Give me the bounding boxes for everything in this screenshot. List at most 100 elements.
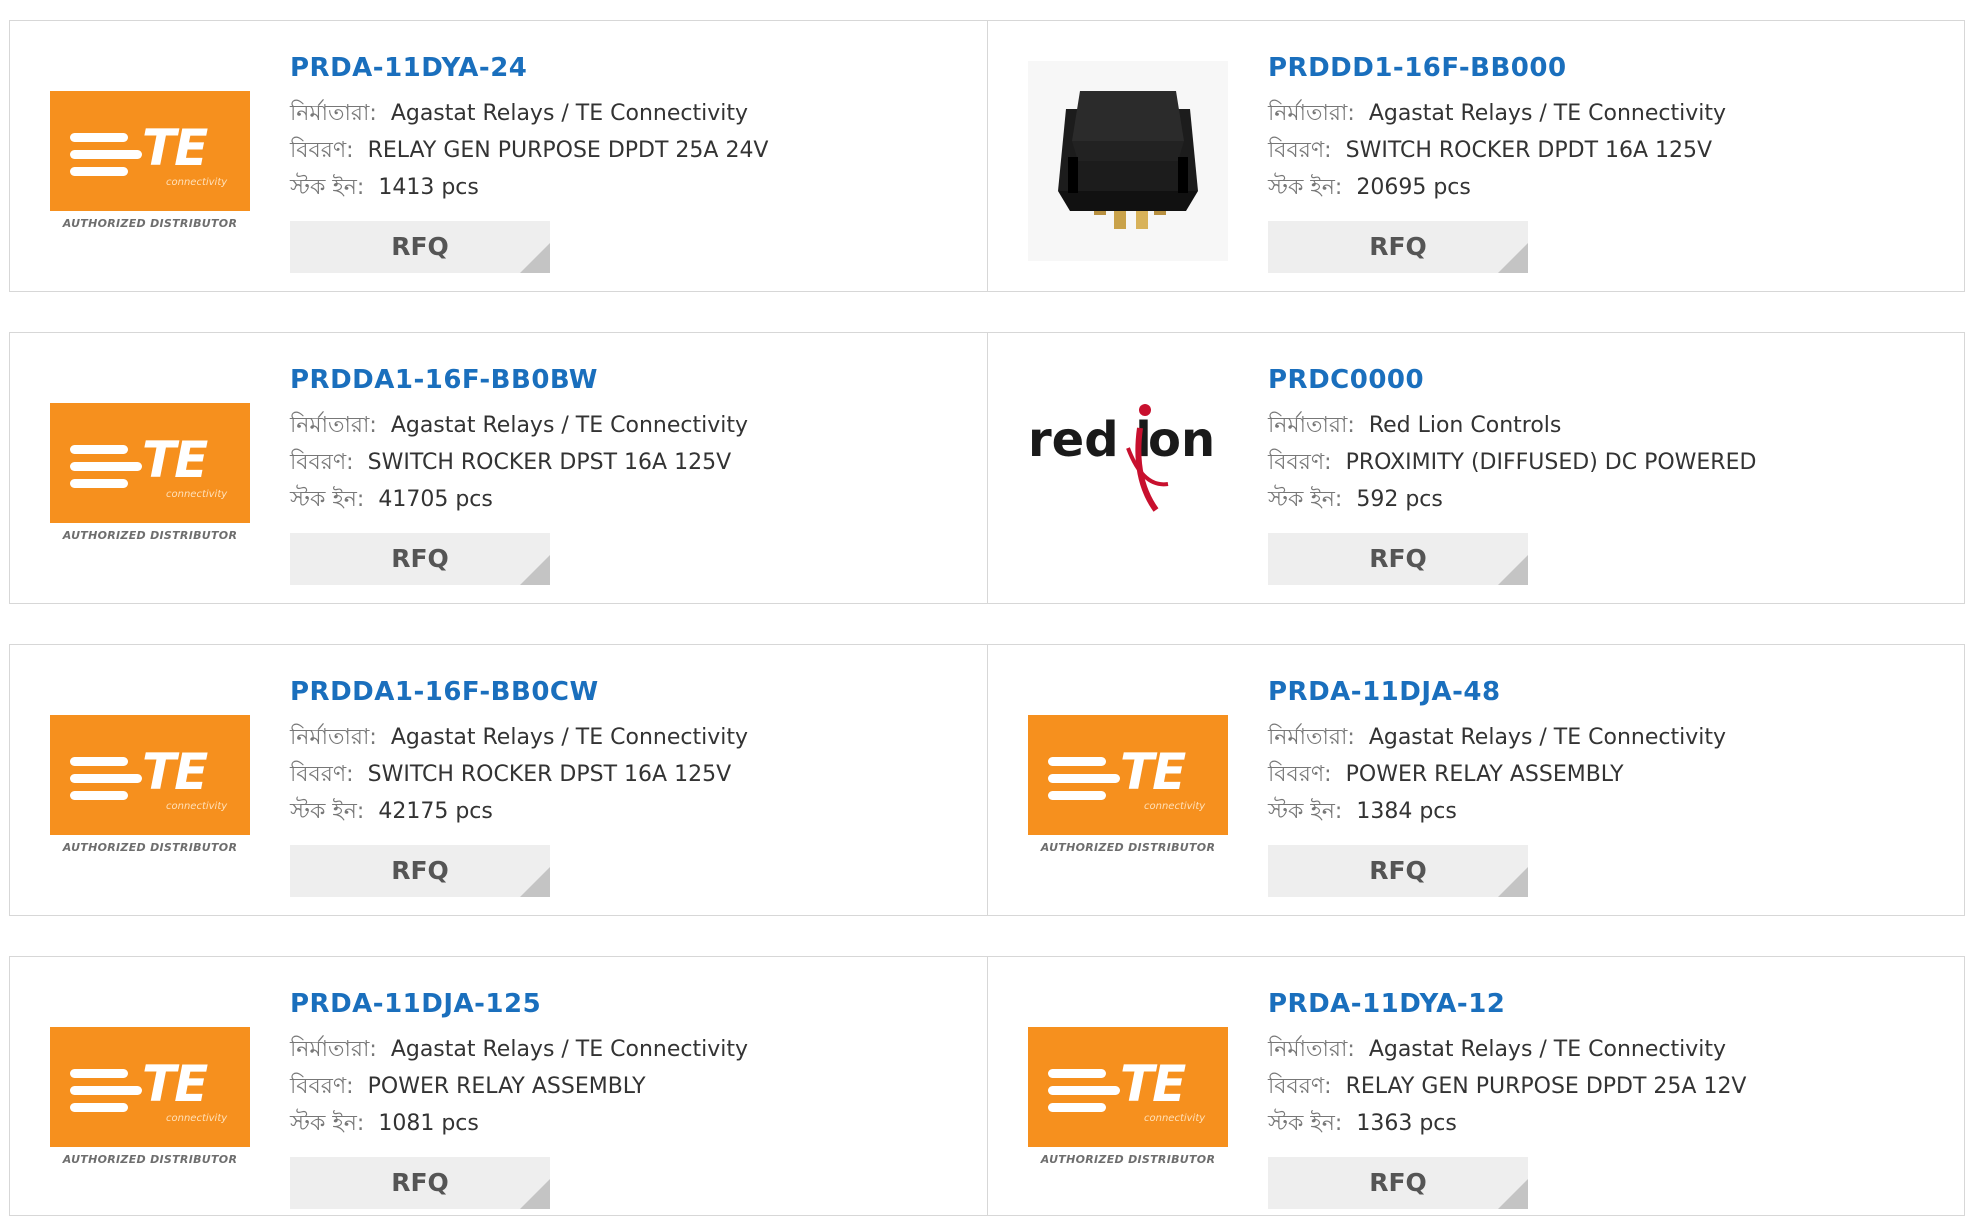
te-logo-subtext: connectivity [166,1113,228,1124]
te-connectivity-logo[interactable]: TE connectivity AUTHORIZED DISTRIBUTOR [50,715,250,863]
te-connectivity-logo[interactable]: TE connectivity AUTHORIZED DISTRIBUTOR [1028,715,1228,863]
te-logo-block: TE connectivity [1028,1027,1228,1147]
stock-value: 41705 pcs [378,487,493,512]
te-connectivity-logo[interactable]: TE connectivity AUTHORIZED DISTRIBUTOR [50,91,250,239]
rfq-button[interactable]: RFQ [290,845,550,897]
stock-value: 1081 pcs [378,1111,479,1136]
manufacturer-label: নির্মাতারা: [290,101,377,126]
description-line: বিবরণ: POWER RELAY ASSEMBLY [1268,756,1944,793]
description-value: POWER RELAY ASSEMBLY [367,1074,646,1099]
product-part-link[interactable]: PRDA-11DYA-24 [290,51,967,85]
stock-label: স্টক ইন: [290,799,365,824]
description-line: বিবরণ: SWITCH ROCKER DPST 16A 125V [290,444,967,481]
manufacturer-label: নির্মাতারা: [290,1037,377,1062]
rfq-button[interactable]: RFQ [1268,1157,1528,1209]
description-line: বিবরণ: RELAY GEN PURPOSE DPDT 25A 24V [290,132,967,169]
stock-value: 592 pcs [1356,487,1443,512]
product-part-link[interactable]: PRDA-11DYA-12 [1268,987,1944,1021]
description-line: বিবরণ: SWITCH ROCKER DPDT 16A 125V [1268,132,1944,169]
manufacturer-label: নির্মাতারা: [1268,725,1355,750]
rocker-switch-icon [1028,61,1228,261]
te-logo-text: TE [142,1055,208,1113]
manufacturer-line: নির্মাতারা: Red Lion Controls [1268,407,1944,444]
stock-line: স্টক ইন: 1384 pcs [1268,793,1944,830]
stock-label: স্টক ইন: [290,1111,365,1136]
corner-triangle-icon [1498,867,1528,897]
description-value: RELAY GEN PURPOSE DPDT 25A 24V [367,138,769,163]
manufacturer-value: Agastat Relays / TE Connectivity [1368,1037,1726,1062]
description-label: বিবরণ: [290,762,354,787]
manufacturer-value: Agastat Relays / TE Connectivity [390,101,748,126]
te-logo-text: TE [142,431,208,489]
description-label: বিবরণ: [290,138,354,163]
te-connectivity-logo[interactable]: TE connectivity AUTHORIZED DISTRIBUTOR [50,1027,250,1175]
rfq-label: RFQ [391,856,449,885]
rfq-button[interactable]: RFQ [290,221,550,273]
te-logo-block: TE connectivity [50,91,250,211]
product-part-link[interactable]: PRDDD1-16F-BB000 [1268,51,1944,85]
manufacturer-label: নির্মাতারা: [1268,101,1355,126]
te-connectivity-logo[interactable]: TE connectivity AUTHORIZED DISTRIBUTOR [50,403,250,551]
authorized-distributor-text: AUTHORIZED DISTRIBUTOR [1040,841,1216,854]
product-part-link[interactable]: PRDDA1-16F-BB0CW [290,675,967,709]
product-card: TE connectivity AUTHORIZED DISTRIBUTOR P… [10,645,987,915]
product-info: PRDA-11DYA-12 নির্মাতারা: Agastat Relays … [1268,987,1944,1209]
description-label: বিবরণ: [1268,1074,1332,1099]
manufacturer-line: নির্মাতারা: Agastat Relays / TE Connectiv… [1268,1031,1944,1068]
description-label: বিবরণ: [1268,450,1332,475]
te-logo-text: TE [142,743,208,801]
stock-label: স্টক ইন: [1268,1111,1343,1136]
manufacturer-label: নির্মাতারা: [1268,413,1355,438]
rfq-button[interactable]: RFQ [1268,533,1528,585]
te-bars-icon [70,445,142,496]
product-row: TE connectivity AUTHORIZED DISTRIBUTOR P… [9,332,1965,604]
red-lion-icon: red l on [1028,404,1215,512]
red-lion-logo[interactable]: red l on [1028,388,1228,518]
rfq-label: RFQ [391,232,449,261]
product-row: TE connectivity AUTHORIZED DISTRIBUTOR P… [9,644,1965,916]
rfq-button[interactable]: RFQ [290,1157,550,1209]
rocker-switch-image[interactable] [1028,61,1228,261]
product-row: TE connectivity AUTHORIZED DISTRIBUTOR P… [9,956,1965,1216]
te-logo-subtext: connectivity [166,177,228,188]
rfq-label: RFQ [1369,232,1427,261]
manufacturer-value: Red Lion Controls [1368,413,1562,438]
te-logo-block: TE connectivity [50,1027,250,1147]
stock-line: স্টক ইন: 20695 pcs [1268,169,1944,206]
product-part-link[interactable]: PRDA-11DJA-125 [290,987,967,1021]
stock-label: স্টক ইন: [1268,175,1343,200]
rfq-button[interactable]: RFQ [1268,221,1528,273]
product-card: TE connectivity AUTHORIZED DISTRIBUTOR P… [10,957,987,1215]
rfq-button[interactable]: RFQ [1268,845,1528,897]
stock-value: 1363 pcs [1356,1111,1457,1136]
description-value: SWITCH ROCKER DPST 16A 125V [367,450,732,475]
stock-line: স্টক ইন: 41705 pcs [290,481,967,518]
description-line: বিবরণ: PROXIMITY (DIFFUSED) DC POWERED [1268,444,1944,481]
manufacturer-value: Agastat Relays / TE Connectivity [390,1037,748,1062]
stock-label: স্টক ইন: [290,487,365,512]
corner-triangle-icon [1498,243,1528,273]
product-info: PRDA-11DJA-48 নির্মাতারা: Agastat Relays … [1268,675,1944,897]
te-logo-block: TE connectivity [1028,715,1228,835]
te-bars-icon [1048,757,1120,808]
corner-triangle-icon [520,555,550,585]
manufacturer-value: Agastat Relays / TE Connectivity [390,413,748,438]
product-part-link[interactable]: PRDDA1-16F-BB0BW [290,363,967,397]
stock-line: স্টক ইন: 42175 pcs [290,793,967,830]
stock-label: স্টক ইন: [1268,487,1343,512]
description-label: বিবরণ: [290,450,354,475]
product-part-link[interactable]: PRDC0000 [1268,363,1944,397]
authorized-distributor-text: AUTHORIZED DISTRIBUTOR [62,1153,238,1166]
rfq-button[interactable]: RFQ [290,533,550,585]
product-part-link[interactable]: PRDA-11DJA-48 [1268,675,1944,709]
product-card: TE connectivity AUTHORIZED DISTRIBUTOR P… [987,957,1964,1215]
product-info: PRDDA1-16F-BB0BW নির্মাতারা: Agastat Rela… [290,363,967,585]
stock-line: স্টক ইন: 1413 pcs [290,169,967,206]
corner-triangle-icon [1498,1179,1528,1209]
description-label: বিবরণ: [1268,138,1332,163]
te-logo-subtext: connectivity [1144,801,1206,812]
te-logo-subtext: connectivity [166,801,228,812]
manufacturer-value: Agastat Relays / TE Connectivity [1368,101,1726,126]
description-value: PROXIMITY (DIFFUSED) DC POWERED [1345,450,1757,475]
te-connectivity-logo[interactable]: TE connectivity AUTHORIZED DISTRIBUTOR [1028,1027,1228,1175]
